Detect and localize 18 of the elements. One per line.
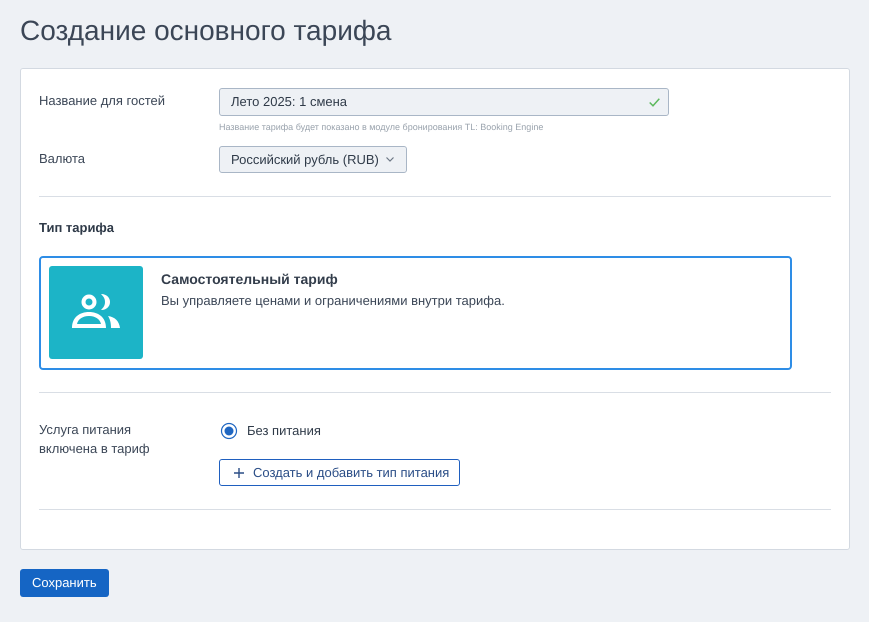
tariff-type-option[interactable]: Самостоятельный тариф Вы управляете ценами и ограничениями внутри тарифа. <box>39 256 792 370</box>
option-description: Вы управляете ценами и ограничениями внутри тарифа. <box>161 293 505 309</box>
save-button[interactable]: Сохранить <box>20 569 109 597</box>
people-icon <box>49 266 143 359</box>
page-title: Создание основного тарифа <box>20 14 392 48</box>
field-hint: Название тарифа будет показано в модуле бронирования TL: Booking Engine <box>219 122 544 133</box>
option-title: Самостоятельный тариф <box>161 270 338 288</box>
field-label: Валюта <box>39 150 86 168</box>
section-heading: Тип тарифа <box>39 220 114 236</box>
radio-button[interactable] <box>220 422 238 440</box>
field-label: Название для гостей <box>39 92 166 110</box>
chevron-down-icon <box>386 157 394 162</box>
radio-label: Без питания <box>247 423 321 439</box>
add-meal-type-button[interactable]: Создать и добавить тип питания <box>219 459 460 486</box>
guest-name-field[interactable]: Лето 2025: 1 смена <box>219 88 669 116</box>
plus-icon <box>234 468 244 478</box>
currency-dropdown[interactable]: Российский рубль (RUB) <box>219 146 407 173</box>
field-label: Услуга питания включена в тариф <box>39 421 151 458</box>
